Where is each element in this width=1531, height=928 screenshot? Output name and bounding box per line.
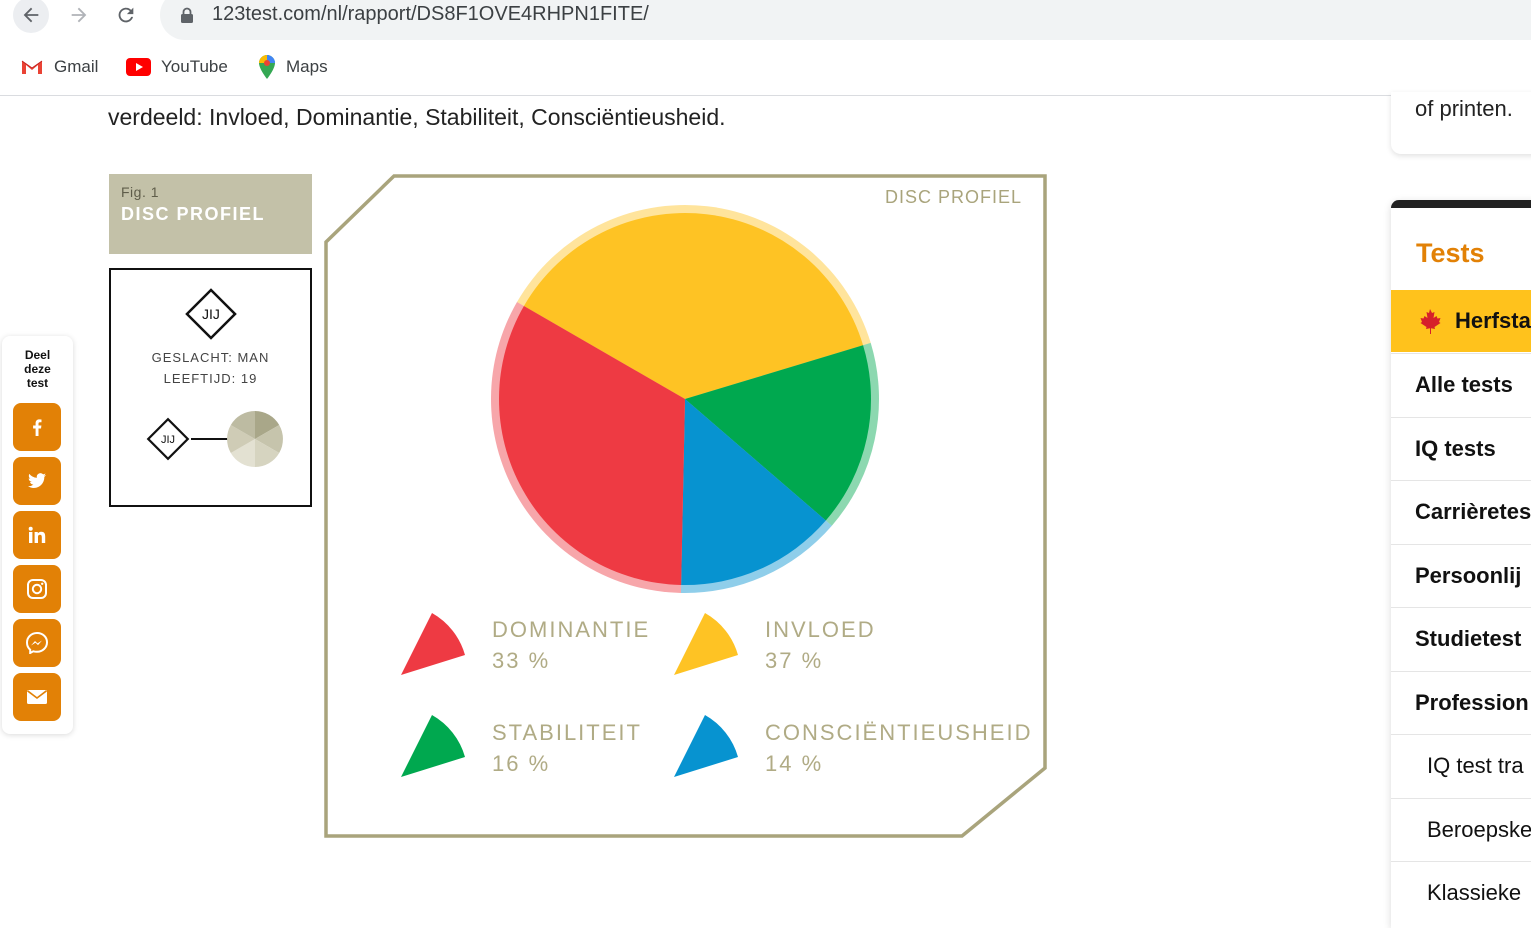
forward-arrow-icon — [71, 7, 87, 23]
legend-swatch-invloed — [674, 613, 738, 675]
menu-item-label: Beroepske — [1427, 816, 1531, 842]
share-instagram-button[interactable] — [13, 565, 61, 613]
chart-title: DISC PROFIEL — [885, 187, 1023, 207]
twitter-icon — [28, 473, 46, 488]
bookmark-gmail[interactable]: Gmail — [20, 55, 98, 79]
lock-icon — [181, 7, 193, 23]
menu-item[interactable]: Carrièretes — [1391, 480, 1531, 543]
menu-item[interactable]: Alle tests — [1391, 353, 1531, 416]
maple-leaf-icon — [1420, 309, 1441, 334]
youtube-icon — [126, 58, 151, 76]
jij-diamond-badge: JIJ — [185, 288, 237, 340]
legend-value: 37 % — [765, 648, 823, 673]
bookmark-label: YouTube — [161, 57, 228, 76]
badge-text: JIJ — [202, 306, 220, 322]
share-twitter-button[interactable] — [13, 457, 61, 505]
menu-item-highlight[interactable]: Herfsta — [1391, 290, 1531, 352]
browser-toolbar: 123test.com/nl/rapport/DS8F1OVE4RHPN1FIT… — [0, 0, 1531, 96]
bookmark-label: Maps — [286, 57, 328, 76]
menu-item-label: Carrièretes — [1415, 499, 1531, 524]
mini-badge-text: JIJ — [161, 434, 175, 446]
mail-icon — [27, 690, 47, 704]
legend-label: DOMINANTIE — [492, 617, 650, 642]
menu-item-label: IQ test tra — [1427, 753, 1524, 778]
legend-value: 16 % — [492, 751, 550, 776]
share-linkedin-button[interactable] — [13, 511, 61, 559]
back-arrow-icon — [23, 7, 39, 23]
gender-text: GESLACHT: MAN — [151, 350, 270, 365]
messenger-icon — [26, 632, 48, 654]
menu-item-label: Studietest — [1415, 626, 1522, 651]
legend-swatch-stabiliteit — [401, 715, 465, 777]
legend-swatch-dominantie — [401, 613, 465, 675]
age-text: LEEFTIJD: 19 — [163, 371, 258, 386]
menu-item[interactable]: Persoonlij — [1391, 543, 1531, 607]
figure-number: Fig. 1 — [121, 184, 160, 200]
pie-chart — [490, 205, 879, 593]
bookmark-youtube[interactable]: YouTube — [126, 55, 228, 79]
share-messenger-button[interactable] — [13, 619, 61, 667]
menu-item[interactable]: Beroepske — [1391, 797, 1531, 861]
print-card-text: of printen. — [1415, 96, 1513, 121]
menu-item[interactable]: Klassieke — [1391, 861, 1531, 924]
share-mail-button[interactable] — [13, 673, 61, 721]
reload-icon — [118, 7, 134, 23]
figure-header: Fig. 1 DISC PROFIEL — [109, 174, 312, 254]
instagram-icon — [27, 579, 47, 599]
chart-legend: DOMINANTIE 33 % INVLOED 37 % STABILITEIT 16 %… — [401, 613, 1032, 777]
figure-title: DISC PROFIEL — [121, 204, 266, 224]
gmail-icon — [20, 58, 44, 76]
maps-icon — [258, 55, 276, 79]
legend-label: CONSCIËNTIEUSHEID — [765, 720, 1032, 745]
legend-label: STABILITEIT — [492, 720, 642, 745]
menu-item[interactable]: IQ tests — [1391, 416, 1531, 480]
legend-value: 14 % — [765, 751, 823, 776]
menu-item[interactable]: IQ test tra — [1391, 734, 1531, 797]
legend-label: INVLOED — [765, 617, 876, 642]
disc-chart: DOMINANTIE 33 % INVLOED 37 % STABILITEIT 16 %… — [324, 174, 1047, 838]
legend-value: 33 % — [492, 648, 550, 673]
menu-item-label: Profession — [1415, 689, 1529, 715]
menu-item-label: Klassieke — [1427, 880, 1522, 905]
intro-text: verdeeld: Invloed, Dominantie, Stabilite… — [108, 104, 726, 130]
back-button[interactable] — [13, 0, 49, 33]
tests-menu-title: Tests — [1416, 238, 1485, 268]
menu-item[interactable]: Profession — [1391, 670, 1531, 734]
menu-item-label: Alle tests — [1415, 372, 1513, 397]
share-panel: Deel deze test — [2, 336, 73, 734]
forward-button[interactable] — [61, 0, 97, 33]
profile-card: JIJ GESLACHT: MAN LEEFTIJD: 19 JIJ — [109, 268, 312, 507]
menu-item[interactable]: Studietest — [1391, 607, 1531, 670]
menu-item-label: Persoonlij — [1415, 562, 1522, 588]
highlight-label: Herfsta — [1455, 308, 1531, 333]
print-card: of printen. — [1391, 92, 1531, 154]
menu-item-label: IQ tests — [1415, 435, 1496, 461]
tests-menu: Tests Herfsta Alle tests IQ tests Carrière… — [1391, 200, 1531, 928]
share-facebook-button[interactable] — [13, 403, 61, 451]
mini-pie — [227, 411, 283, 467]
mini-profile-diagram: JIJ — [146, 411, 283, 467]
facebook-icon — [33, 419, 42, 436]
url-text[interactable]: 123test.com/nl/rapport/DS8F1OVE4RHPN1FIT… — [212, 3, 649, 26]
bookmark-label: Gmail — [54, 57, 99, 76]
legend-swatch-consciëntieusheid — [674, 715, 738, 777]
bookmark-maps[interactable]: Maps — [258, 55, 328, 79]
linkedin-icon — [28, 526, 46, 543]
share-label: Deel deze test — [24, 348, 51, 390]
reload-button[interactable] — [108, 0, 144, 33]
